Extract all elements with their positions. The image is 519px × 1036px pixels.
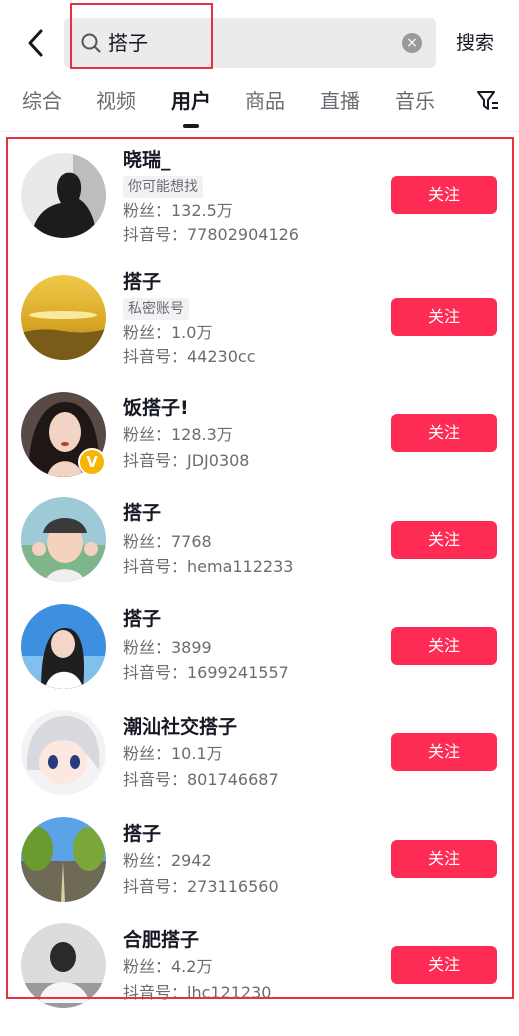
search-header: 搭子 × 搜索 — [0, 0, 519, 80]
tab-products[interactable]: 商品 — [245, 84, 285, 118]
highlight-frame-list — [6, 137, 514, 999]
highlight-frame-search — [70, 3, 213, 69]
back-button[interactable] — [20, 26, 54, 60]
divider — [0, 131, 519, 132]
tab-videos[interactable]: 视频 — [96, 84, 136, 118]
tab-comprehensive[interactable]: 综合 — [22, 84, 62, 118]
category-tabs: 综合 视频 用户 商品 直播 音乐 — [0, 84, 519, 124]
close-icon: × — [406, 35, 418, 51]
chevron-left-icon — [28, 29, 43, 57]
filter-icon[interactable] — [476, 90, 500, 112]
clear-search-button[interactable]: × — [402, 33, 422, 53]
active-tab-indicator — [183, 124, 199, 128]
tab-users[interactable]: 用户 — [171, 84, 211, 118]
tab-live[interactable]: 直播 — [320, 84, 360, 118]
tab-music[interactable]: 音乐 — [395, 84, 435, 118]
search-button[interactable]: 搜索 — [456, 30, 494, 56]
